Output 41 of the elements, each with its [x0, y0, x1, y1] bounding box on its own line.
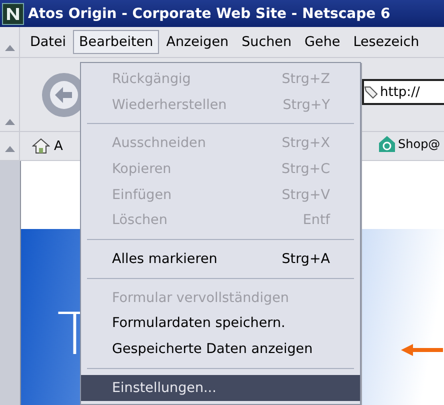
shortcut-text: Strg+X	[282, 135, 330, 152]
menu-item-label: Kopieren	[112, 160, 172, 177]
menu-bar-item[interactable]: Lesezeich	[347, 30, 426, 54]
menu-item-label: Wiederherstellen	[112, 96, 227, 113]
menu-item-label: Formulardaten speichern.	[112, 315, 286, 332]
menu-item-label: Ausschneiden	[112, 135, 206, 152]
menu-item-label: Einfügen	[112, 186, 172, 203]
menu-bar-item[interactable]: Datei	[24, 30, 72, 54]
menu-bar-item[interactable]: Gehe	[298, 30, 346, 54]
menu-item-label: Löschen	[112, 212, 168, 228]
menu-bar-item[interactable]: Bearbeiten	[73, 30, 160, 54]
menu-item-label: Formular vervollständigen	[112, 290, 289, 306]
collapse-triangle-icon[interactable]	[4, 119, 14, 125]
shortcut-text: Entf	[302, 212, 330, 228]
menu-item[interactable]: Formulardaten speichern.	[81, 310, 360, 336]
shortcut-text: Strg+C	[282, 160, 330, 177]
bookmark-link[interactable]: A	[54, 138, 63, 154]
shortcut-text: Strg+A	[282, 250, 330, 267]
window-title: Atos Origin - Corporate Web Site - Netscape 6	[28, 6, 390, 22]
menu-item[interactable]: Alles markieren Strg+A	[81, 246, 360, 272]
menu-item-label: Rückgängig	[112, 70, 191, 87]
url-text: http://	[380, 84, 420, 100]
menu-item-label: Gespeicherte Daten anzeigen	[112, 341, 313, 358]
shortcut-text: Strg+V	[282, 186, 330, 203]
menu-bar-item[interactable]: Suchen	[236, 30, 298, 54]
shortcut-text: Strg+Y	[282, 96, 330, 113]
menu-bar-item[interactable]: Anzeigen	[160, 30, 235, 54]
collapse-triangle-icon[interactable]	[4, 45, 14, 51]
menu-item[interactable]: Einstellungen...	[81, 374, 360, 401]
app-logo-icon	[2, 2, 24, 24]
arrow-icon	[401, 344, 443, 356]
address-field[interactable]: http://	[362, 79, 444, 105]
tag-icon	[364, 85, 378, 99]
collapse-triangle-icon[interactable]	[4, 146, 14, 152]
menu-item[interactable]: Gespeicherte Daten anzeigen	[81, 336, 360, 362]
menu-item-label: Einstellungen...	[112, 380, 216, 396]
menu-item-label: Alles markieren	[112, 250, 218, 267]
home-icon	[32, 138, 50, 154]
shop-at-icon	[378, 135, 396, 153]
shortcut-text: Strg+Z	[282, 70, 330, 87]
bookmark-link[interactable]: Shop@	[398, 137, 440, 151]
